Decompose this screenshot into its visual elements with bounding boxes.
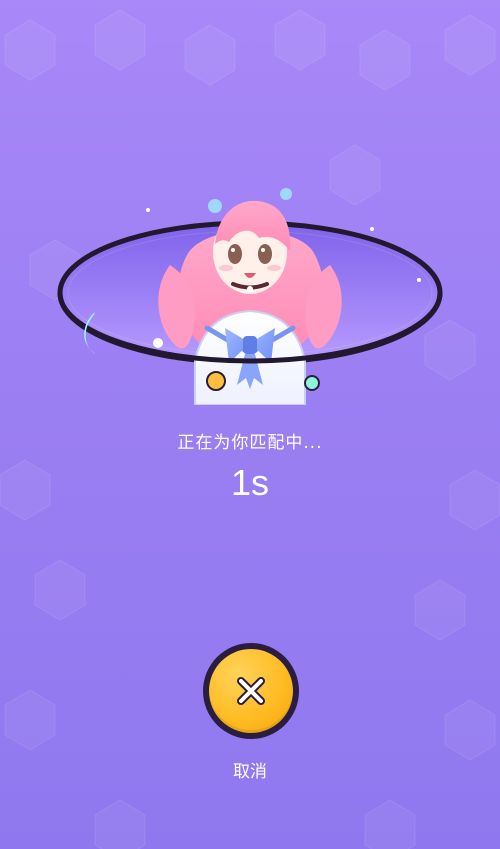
anime-girl-avatar (57, 188, 443, 405)
cancel-label: 取消 (233, 762, 267, 782)
cancel-button[interactable] (203, 643, 299, 739)
avatar-match-area (45, 135, 455, 405)
close-icon (237, 677, 265, 705)
matching-status-text: 正在为你匹配中... (177, 433, 323, 453)
matching-timer: 1s (230, 462, 270, 503)
matching-screen: 正在为你匹配中... 1s 取消 (0, 0, 500, 849)
cancel-button-face (209, 649, 293, 733)
